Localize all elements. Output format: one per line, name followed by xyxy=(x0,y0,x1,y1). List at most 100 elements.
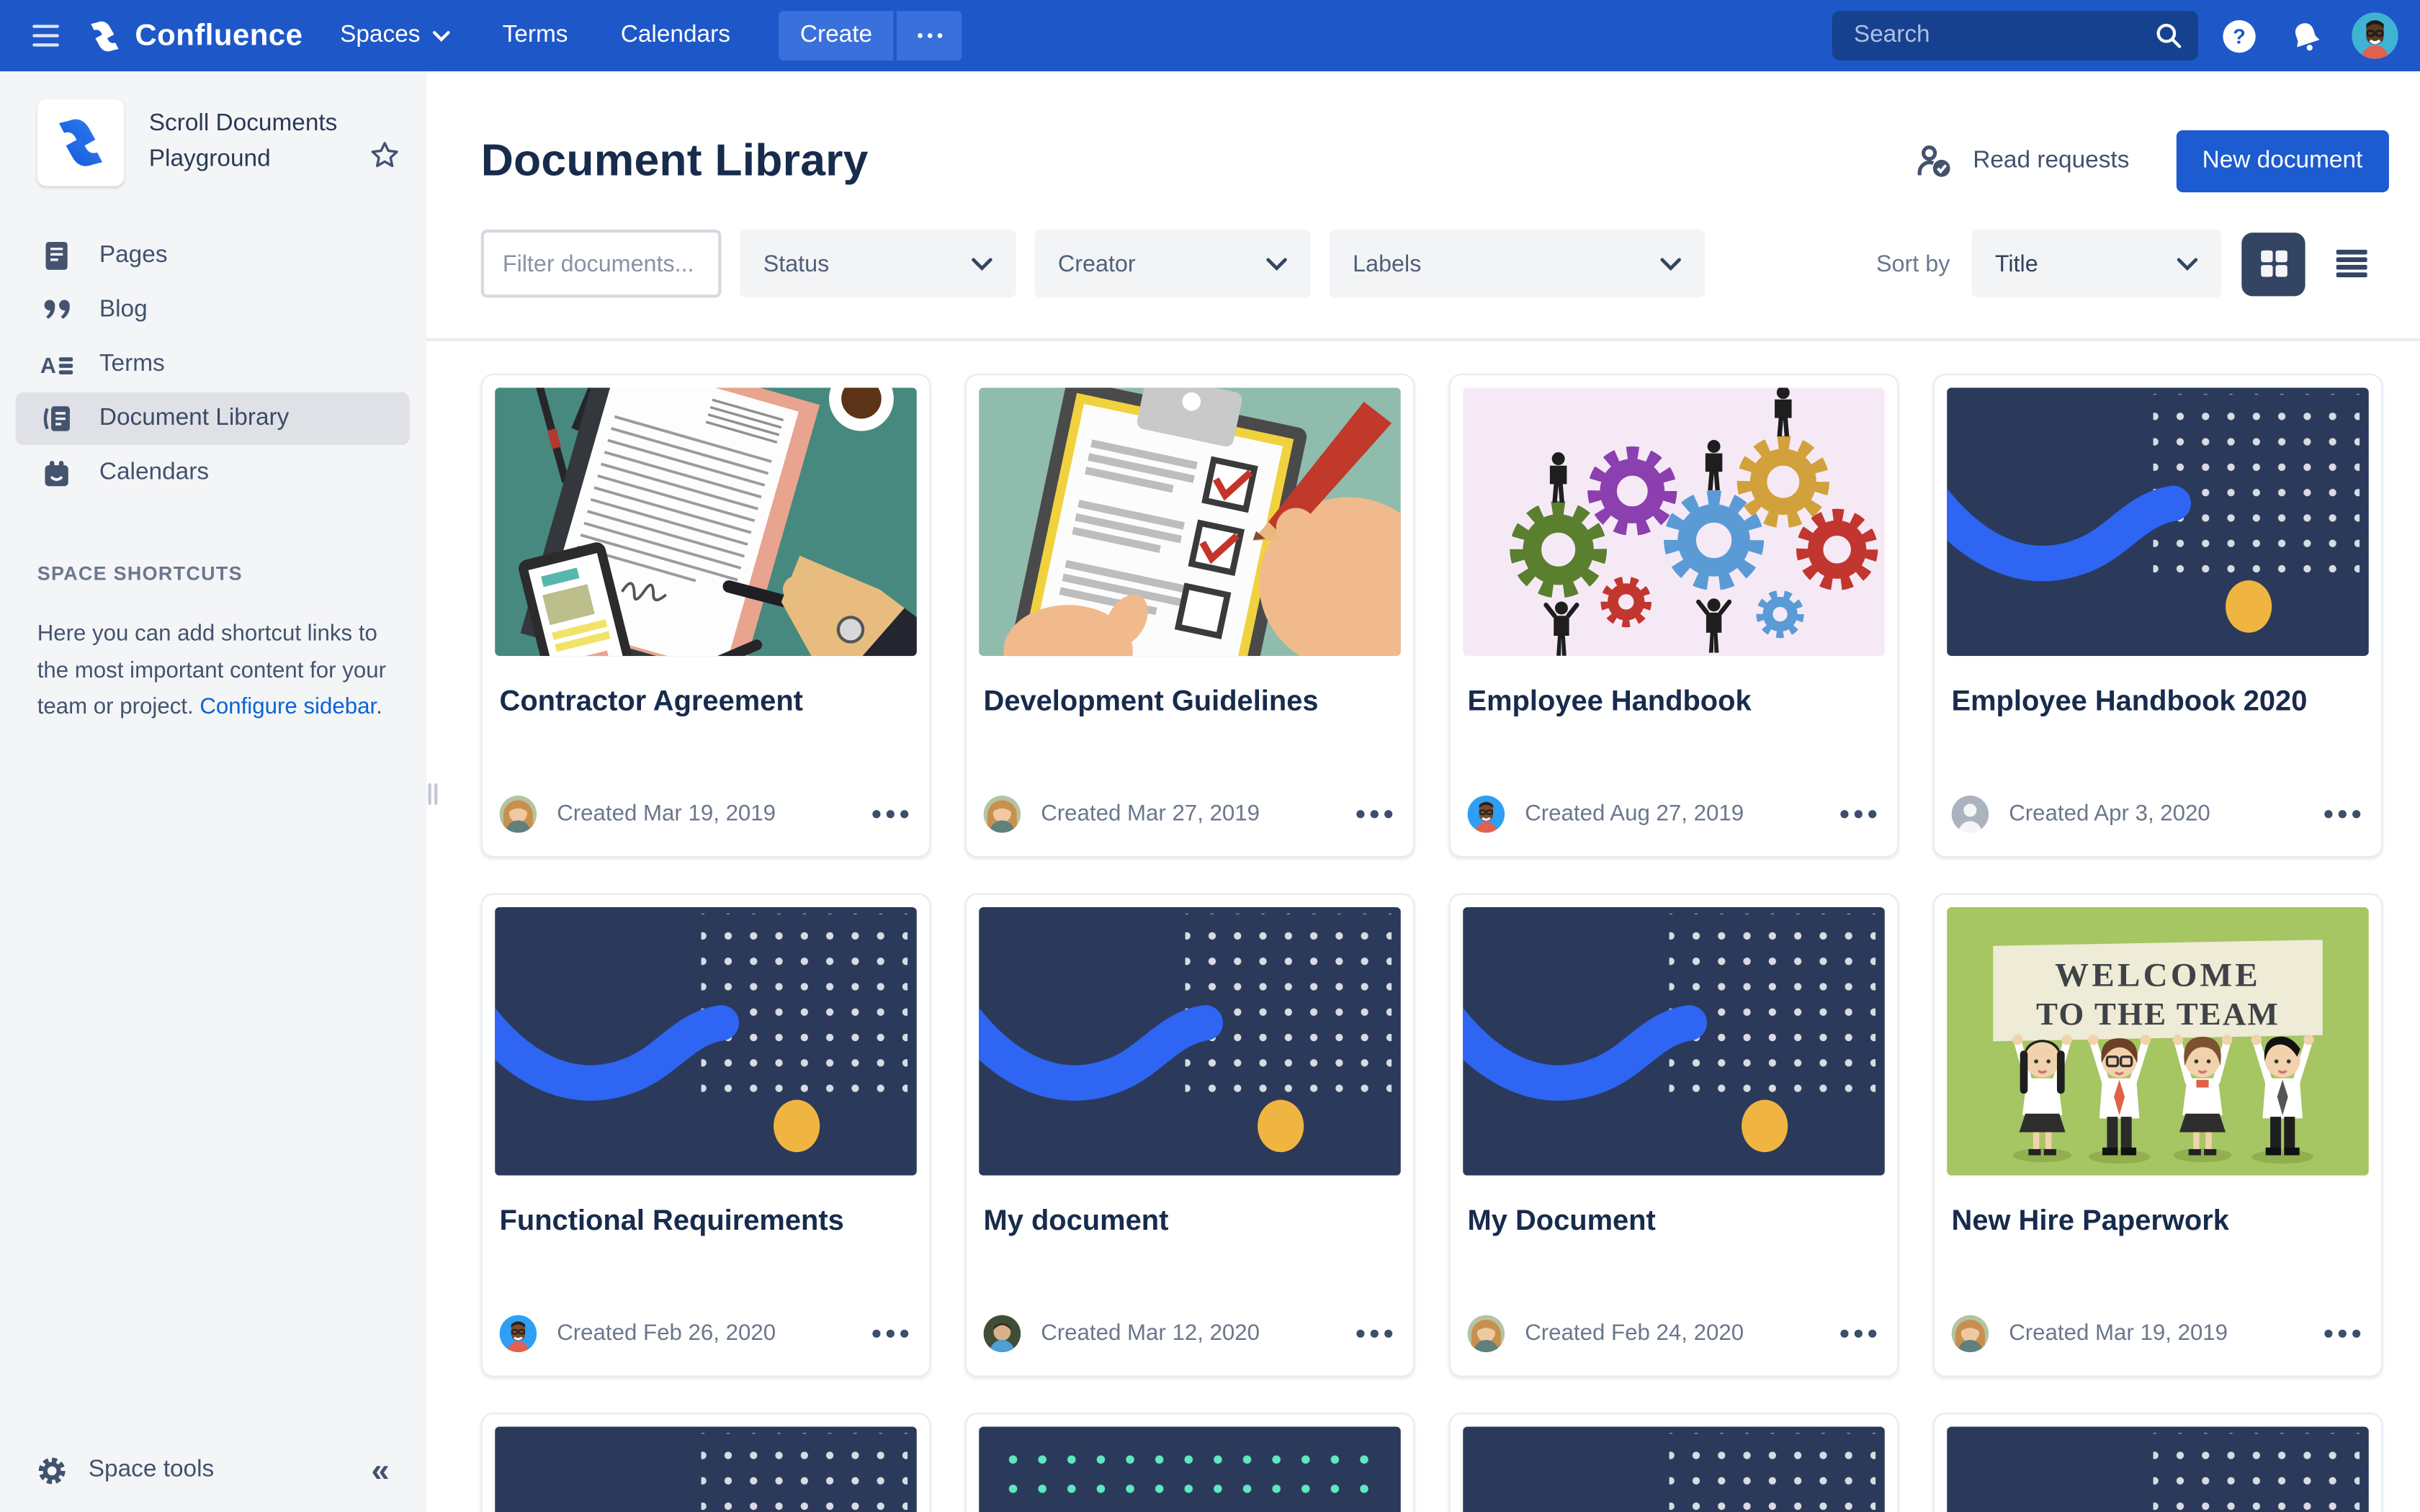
document-card[interactable]: Development Guidelines Created Mar 27, 2… xyxy=(965,374,1415,858)
help-button[interactable]: ? xyxy=(2212,9,2264,62)
star-space-button[interactable] xyxy=(367,124,401,186)
card-thumbnail-abstract-navy xyxy=(1463,907,1885,1176)
card-menu-icon xyxy=(1839,1328,1877,1340)
card-title: My Document xyxy=(1468,1202,1881,1239)
card-menu-icon xyxy=(871,1328,909,1340)
sidebar-item-terms[interactable]: A Terms xyxy=(16,338,410,391)
chevron-down-icon xyxy=(952,256,992,270)
search-input[interactable] xyxy=(1851,20,2155,51)
document-card[interactable] xyxy=(1933,1413,2383,1512)
read-requests-button[interactable]: Read requests xyxy=(1916,144,2130,178)
nav-search-box xyxy=(1832,11,2198,60)
creator-avatar xyxy=(1952,796,1989,833)
document-grid: Contractor Agreement Created Mar 19, 201… xyxy=(481,374,2389,1512)
new-document-button[interactable]: New document xyxy=(2176,130,2389,192)
filter-bar: Status Creator Labels Sort by Title xyxy=(426,230,2420,341)
created-date: Created Mar 12, 2020 xyxy=(1041,1321,1260,1346)
card-menu-button[interactable] xyxy=(1353,1321,1396,1346)
card-menu-button[interactable] xyxy=(1353,802,1396,827)
sidebar-item-document-library[interactable]: Document Library xyxy=(16,392,410,445)
document-card[interactable]: New Hire Paperwork Created Mar 19, 2019 xyxy=(1933,894,2383,1377)
card-menu-button[interactable] xyxy=(1837,802,1880,827)
creator-dropdown[interactable]: Creator xyxy=(1035,230,1311,298)
nav-right-cluster: ? xyxy=(1832,9,2398,62)
confluence-logo-text: Confluence xyxy=(135,18,302,54)
card-menu-button[interactable] xyxy=(869,1321,912,1346)
card-thumbnail-abstract-navy xyxy=(495,1427,917,1512)
card-thumbnail-abstract-navy xyxy=(1947,1427,2369,1512)
card-title: Contractor Agreement xyxy=(500,683,913,720)
creator-avatar xyxy=(500,796,537,833)
chevron-down-icon xyxy=(433,30,450,41)
card-menu-icon xyxy=(1355,1328,1393,1340)
nav-link-calendars[interactable]: Calendars xyxy=(621,22,730,50)
terms-icon: A xyxy=(40,352,73,377)
sidebar-footer: Space tools « xyxy=(0,1428,426,1512)
card-title: Development Guidelines xyxy=(984,683,1397,720)
sidebar-item-pages[interactable]: Pages xyxy=(16,230,410,282)
document-card[interactable] xyxy=(481,1413,931,1512)
document-card[interactable]: My document Created Mar 12, 2020 xyxy=(965,894,1415,1377)
sidebar-item-calendars[interactable]: Calendars xyxy=(16,446,410,499)
document-card[interactable]: My Document Created Feb 24, 2020 xyxy=(1449,894,1899,1377)
grid-view-button[interactable] xyxy=(2241,232,2305,295)
card-title: New Hire Paperwork xyxy=(1952,1202,2365,1239)
nav-links: Spaces Terms Calendars xyxy=(340,22,730,50)
user-avatar[interactable] xyxy=(2352,12,2398,59)
space-shortcuts-text: Here you can add shortcut links to the m… xyxy=(37,617,387,726)
document-library-icon xyxy=(40,403,73,434)
filter-documents-input[interactable] xyxy=(481,230,722,298)
created-date: Created Mar 19, 2019 xyxy=(2009,1321,2228,1346)
confluence-logo-icon xyxy=(87,18,123,54)
space-logo[interactable] xyxy=(37,99,125,186)
chevron-down-icon xyxy=(1641,256,1682,270)
card-menu-button[interactable] xyxy=(2321,802,2364,827)
created-date: Created Mar 27, 2019 xyxy=(1041,802,1260,827)
card-menu-button[interactable] xyxy=(869,802,912,827)
document-card[interactable]: Functional Requirements Created Feb 26, … xyxy=(481,894,931,1377)
creator-avatar xyxy=(984,796,1021,833)
card-menu-button[interactable] xyxy=(1837,1321,1880,1346)
configure-sidebar-link[interactable]: Configure sidebar xyxy=(200,695,376,719)
sidebar-menu: Pages Blog xyxy=(0,228,426,501)
created-date: Created Mar 19, 2019 xyxy=(557,802,776,827)
status-dropdown[interactable]: Status xyxy=(740,230,1016,298)
card-menu-icon xyxy=(2323,1328,2361,1340)
search-icon[interactable] xyxy=(2155,22,2183,50)
sort-dropdown[interactable]: Title xyxy=(1972,230,2222,298)
space-header: Scroll Documents Playground xyxy=(0,71,426,186)
nav-link-spaces[interactable]: Spaces xyxy=(340,22,449,50)
list-view-button[interactable] xyxy=(2319,232,2383,295)
created-date: Created Apr 3, 2020 xyxy=(2009,802,2210,827)
card-thumbnail-abstract-navy-teal xyxy=(979,1427,1401,1512)
sort-by-label: Sort by xyxy=(1876,251,1950,277)
creator-avatar xyxy=(984,1315,1021,1352)
star-icon xyxy=(367,138,401,172)
notifications-button[interactable] xyxy=(2279,9,2331,62)
document-card[interactable]: Contractor Agreement Created Mar 19, 201… xyxy=(481,374,931,858)
card-menu-button[interactable] xyxy=(2321,1321,2364,1346)
space-logo-icon xyxy=(53,114,109,171)
collapse-sidebar-button[interactable]: « xyxy=(371,1454,389,1486)
space-tools-label[interactable]: Space tools xyxy=(89,1456,214,1484)
pages-icon xyxy=(40,240,73,271)
confluence-logo[interactable]: Confluence xyxy=(87,18,303,54)
nav-more-button[interactable] xyxy=(897,11,962,60)
document-card[interactable] xyxy=(1449,1413,1899,1512)
document-card[interactable]: Employee Handbook Created Aug 27, 2019 xyxy=(1449,374,1899,858)
menu-icon[interactable] xyxy=(19,9,71,62)
sidebar-resize-handle[interactable] xyxy=(428,783,437,805)
list-view-icon xyxy=(2336,250,2367,278)
sidebar: Scroll Documents Playground Pages xyxy=(0,71,426,1512)
document-card[interactable]: Employee Handbook 2020 Created Apr 3, 20… xyxy=(1933,374,2383,858)
help-icon: ? xyxy=(2220,18,2257,54)
card-menu-icon xyxy=(871,808,909,820)
nav-link-terms[interactable]: Terms xyxy=(503,22,568,50)
svg-text:?: ? xyxy=(2232,25,2245,48)
labels-dropdown[interactable]: Labels xyxy=(1330,230,1705,298)
card-thumbnail-gears-people xyxy=(1463,387,1885,656)
blog-icon xyxy=(40,296,73,324)
sidebar-item-blog[interactable]: Blog xyxy=(16,284,410,336)
document-card[interactable] xyxy=(965,1413,1415,1512)
create-button[interactable]: Create xyxy=(779,11,895,60)
